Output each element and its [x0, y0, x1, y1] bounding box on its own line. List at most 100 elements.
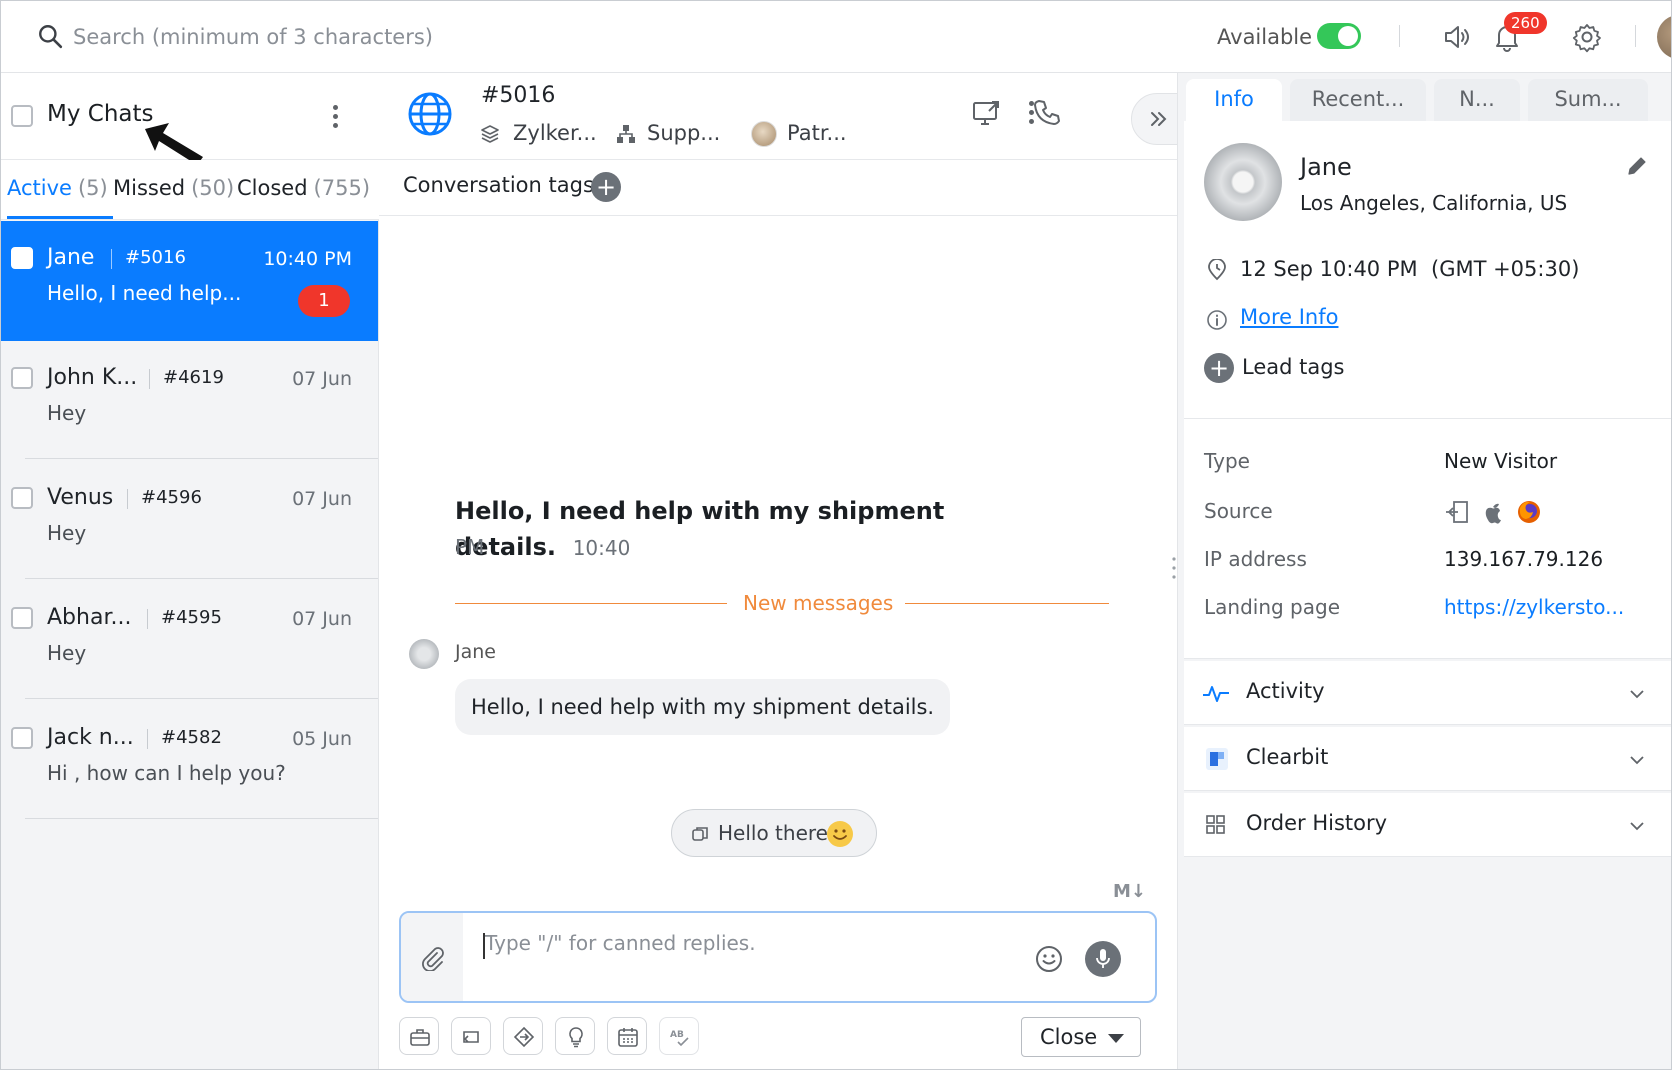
- spell-check-button[interactable]: AB: [659, 1017, 699, 1055]
- tab-recent[interactable]: Recent...: [1290, 79, 1426, 121]
- voice-record-button[interactable]: [1085, 941, 1121, 977]
- conversation-panel: #5016 Zylker... Supp... Patr... Conversa…: [379, 73, 1187, 1069]
- visitor-attributes: Type New Visitor Source IP address 139.1…: [1184, 419, 1671, 659]
- calendar-button[interactable]: [607, 1017, 647, 1055]
- message-input[interactable]: [485, 931, 985, 955]
- divider: [25, 818, 378, 819]
- chat-time: 07 Jun: [292, 608, 352, 630]
- copy-icon: [692, 827, 708, 841]
- transfer-button[interactable]: [451, 1017, 491, 1055]
- tab-active[interactable]: Active (5): [7, 176, 108, 200]
- chat-status-tabs: Active (5) Missed (50) Closed (755): [1, 160, 379, 220]
- firefox-icon: [1518, 501, 1540, 523]
- attachment-area[interactable]: [401, 913, 463, 1001]
- login-icon: [1446, 501, 1468, 523]
- chat-list-header: My Chats: [1, 73, 379, 165]
- chat-list-panel: My Chats Active (5) Missed (50) Closed (755…: [1, 73, 379, 1069]
- transfer-icon: [463, 1031, 479, 1043]
- chat-checkbox[interactable]: [11, 367, 33, 389]
- suggested-reply-chip[interactable]: Hello there: [671, 809, 877, 857]
- markdown-icon[interactable]: M↓: [1113, 881, 1146, 902]
- apple-icon: [1485, 503, 1501, 524]
- screen-share-icon[interactable]: [971, 97, 1003, 129]
- visitor-info-panel: Info Recent... N... Sum... Jane Los Ange…: [1177, 73, 1671, 1069]
- tab-missed[interactable]: Missed (50): [113, 176, 234, 200]
- chevron-down-icon: [1630, 756, 1644, 765]
- add-conversation-tag-button[interactable]: +: [591, 172, 621, 202]
- chat-checkbox[interactable]: [11, 727, 33, 749]
- chat-list-item[interactable]: Abhar... #4595 07 Jun Hey: [1, 581, 378, 701]
- search-input[interactable]: [73, 19, 673, 55]
- chevron-down-icon: [1630, 822, 1644, 831]
- chat-list-item[interactable]: Venus #4596 07 Jun Hey: [1, 461, 378, 581]
- chat-time: 05 Jun: [292, 728, 352, 750]
- visitor-local-time: 12 Sep 10:40 PM (GMT +05:30): [1240, 257, 1580, 281]
- idea-button[interactable]: [555, 1017, 595, 1055]
- chat-checkbox[interactable]: [11, 247, 33, 269]
- divider: [149, 369, 150, 389]
- attribute-label: IP address: [1204, 547, 1307, 571]
- more-info-link[interactable]: More Info: [1240, 305, 1338, 329]
- divider: [147, 609, 148, 629]
- attribute-label: Source: [1204, 499, 1273, 523]
- divider: [147, 729, 148, 749]
- tab-notes[interactable]: N...: [1434, 79, 1520, 121]
- operator-name[interactable]: Patr...: [787, 121, 847, 145]
- info-icon: [1207, 310, 1227, 330]
- chat-checkbox[interactable]: [11, 487, 33, 509]
- lead-tags-label: Lead tags: [1242, 355, 1345, 379]
- activity-section[interactable]: Activity: [1184, 661, 1671, 725]
- activity-icon: [1203, 686, 1229, 702]
- chat-preview: Hey: [47, 401, 87, 425]
- chat-preview: Hello, I need help...: [47, 281, 242, 305]
- briefcase-button[interactable]: [399, 1017, 439, 1055]
- sender-avatar: [409, 639, 439, 669]
- sender-name: Jane: [455, 641, 496, 663]
- user-avatar[interactable]: [1657, 15, 1671, 59]
- divider: [1635, 25, 1636, 47]
- chat-visitor-name: Abhar...: [47, 605, 132, 630]
- smiley-icon: [827, 821, 853, 847]
- chat-visitor-name: Venus: [47, 485, 114, 510]
- clearbit-section[interactable]: Clearbit: [1184, 727, 1671, 791]
- new-messages-label: New messages: [743, 591, 894, 615]
- conversation-tags-row: Conversation tags +: [379, 160, 1177, 216]
- page-title: My Chats: [47, 101, 154, 127]
- department-name[interactable]: Supp...: [647, 121, 720, 145]
- paperclip-icon: [422, 947, 444, 971]
- edit-icon[interactable]: [1626, 155, 1648, 177]
- select-all-checkbox[interactable]: [11, 105, 33, 127]
- more-options-icon[interactable]: [333, 105, 339, 129]
- order-history-label: Order History: [1246, 811, 1388, 835]
- availability-label: Available: [1217, 25, 1313, 49]
- landing-page-link[interactable]: https://zylkersto...: [1444, 595, 1624, 619]
- close-chat-label: Close: [1040, 1025, 1098, 1049]
- chat-list-item[interactable]: Jane #5016 10:40 PM Hello, I need help..…: [1, 221, 378, 341]
- add-lead-tag-button[interactable]: +: [1204, 353, 1234, 383]
- suggested-reply-label: Hello there: [718, 821, 828, 845]
- message-bubble: Hello, I need help with my shipment deta…: [455, 679, 951, 735]
- routing-button[interactable]: [503, 1017, 543, 1055]
- gear-icon[interactable]: [1571, 21, 1603, 53]
- department-icon: [617, 125, 635, 143]
- chat-list-item[interactable]: John K... #4619 07 Jun Hey: [1, 341, 378, 461]
- phone-icon[interactable]: [1031, 97, 1063, 129]
- tab-closed[interactable]: Closed (755): [237, 176, 370, 200]
- emoji-icon[interactable]: [1035, 945, 1063, 973]
- order-history-section[interactable]: Order History: [1184, 793, 1671, 857]
- chat-visitor-name: John K...: [47, 365, 138, 390]
- grid-icon: [1206, 815, 1225, 834]
- chat-checkbox[interactable]: [11, 607, 33, 629]
- conversation-header: #5016 Zylker... Supp... Patr...: [379, 73, 1187, 160]
- brand-name[interactable]: Zylker...: [513, 121, 597, 145]
- tab-summary[interactable]: Sum...: [1528, 79, 1648, 121]
- sound-icon[interactable]: [1441, 21, 1473, 53]
- chat-list-item[interactable]: Jack n... #4582 05 Jun Hi , how can I he…: [1, 701, 378, 821]
- visitor-avatar: [1204, 143, 1282, 221]
- close-chat-button[interactable]: Close: [1021, 1017, 1141, 1057]
- chat-time: 07 Jun: [292, 368, 352, 390]
- availability-toggle[interactable]: [1317, 23, 1361, 49]
- tab-info[interactable]: Info: [1186, 79, 1282, 121]
- conversation-more-icon[interactable]: [1029, 101, 1035, 125]
- divider: [1399, 25, 1400, 47]
